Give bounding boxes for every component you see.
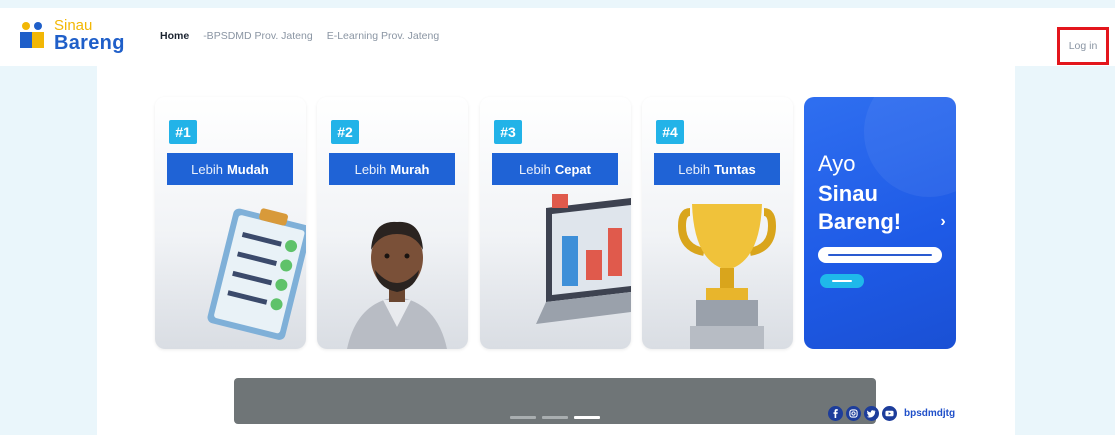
sinau-bareng-logo[interactable]: Sinau Bareng — [14, 14, 134, 58]
hero-section: #1 Lebih Mudah #2 Lebih Murah #3 Lebih C… — [97, 66, 1015, 435]
card-badge: #3 — [494, 120, 522, 144]
feature-card-4[interactable]: #4 Lebih Tuntas — [642, 97, 793, 349]
nav-elearning-link[interactable]: E-Learning Prov. Jateng — [327, 30, 439, 42]
trophy-icon — [677, 204, 777, 349]
card-badge: #4 — [656, 120, 684, 144]
card-title: Lebih Cepat — [492, 153, 618, 185]
card-badge: #1 — [169, 120, 197, 144]
card-title-prefix: Lebih — [678, 161, 711, 177]
card-title: Lebih Mudah — [167, 153, 293, 185]
card-badge: #2 — [331, 120, 359, 144]
feature-card-1[interactable]: #1 Lebih Mudah — [155, 97, 306, 349]
facebook-icon[interactable] — [828, 406, 843, 421]
promo-cta-button[interactable] — [820, 274, 864, 288]
card-title-prefix: Lebih — [191, 161, 223, 177]
logo-text-bottom: Bareng — [54, 32, 125, 54]
clipboard-checklist-icon — [207, 208, 306, 340]
instagram-icon[interactable] — [846, 406, 861, 421]
twitter-icon[interactable] — [864, 406, 879, 421]
nav-home-link[interactable]: Home — [160, 30, 189, 42]
card-title-word: Murah — [390, 161, 430, 177]
card-title-prefix: Lebih — [354, 161, 387, 177]
feature-card-3[interactable]: #3 Lebih Cepat — [480, 97, 631, 349]
card-title-word: Mudah — [226, 161, 269, 177]
promo-card[interactable]: Ayo Sinau Bareng! — [804, 97, 956, 349]
promo-line-2: Sinau — [818, 181, 878, 206]
card-title-word: Cepat — [554, 161, 591, 177]
feature-card-2[interactable]: #2 Lebih Murah — [317, 97, 468, 349]
social-links: bpsdmdjtg — [828, 406, 955, 421]
carousel-next-arrow-icon[interactable]: › — [936, 213, 950, 231]
login-button[interactable]: Log in — [1057, 27, 1109, 65]
card-title-prefix: Lebih — [519, 161, 551, 177]
top-navbar: Sinau Bareng Home -BPSDMD Prov. Jateng E… — [0, 8, 1115, 66]
carousel-dots — [510, 416, 600, 419]
logo-mark-icon — [20, 22, 44, 48]
nav-links: Home -BPSDMD Prov. Jateng E-Learning Pro… — [160, 30, 439, 42]
promo-line-3: Bareng! — [818, 209, 902, 234]
laptop-chart-icon — [536, 194, 631, 324]
carousel-dot-3[interactable] — [574, 416, 600, 419]
man-avatar-icon — [347, 221, 447, 349]
card-title-word: Tuntas — [714, 161, 756, 177]
card-title: Lebih Murah — [329, 153, 455, 185]
youtube-icon[interactable] — [882, 406, 897, 421]
promo-url-pill — [818, 247, 942, 263]
social-handle[interactable]: bpsdmdjtg — [904, 408, 955, 419]
card-title: Lebih Tuntas — [654, 153, 780, 185]
banner-slider — [234, 378, 876, 424]
carousel-dot-2[interactable] — [542, 416, 568, 419]
carousel-dot-1[interactable] — [510, 416, 536, 419]
promo-line-1: Ayo — [818, 151, 856, 176]
nav-bpsdmd-link[interactable]: -BPSDMD Prov. Jateng — [203, 30, 313, 42]
